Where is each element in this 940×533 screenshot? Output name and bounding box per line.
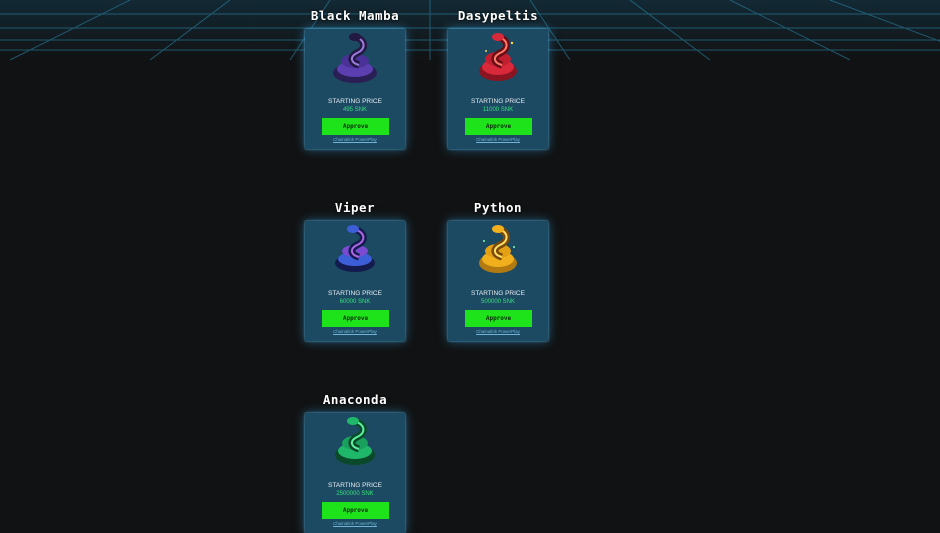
python-snake-icon [479,225,517,273]
snake-card-black-mamba: Black Mamba STARTING PRICE 495 SNK Appro… [295,8,415,149]
black-mamba-snake-icon [333,33,377,83]
starting-price-label: STARTING PRICE [328,482,382,489]
viper-snake-icon [335,225,375,272]
starting-price-label: STARTING PRICE [328,98,382,105]
starting-price-label: STARTING PRICE [328,290,382,297]
price-value: 500000 SNK [480,299,516,305]
starting-price-label: STARTING PRICE [471,290,525,297]
snake-card-dasypeltis: Dasypeltis STARTING PRICE 11000 SNK Appr… [438,8,558,149]
approve-button[interactable]: Approve [322,502,389,519]
snake-name: Python [473,200,523,215]
card-panel: STARTING PRICE 500000 SNK Approve Chaina… [448,221,548,341]
starting-price-label: STARTING PRICE [471,98,525,105]
chart-link[interactable]: Chainalink PowerPlay [305,521,405,526]
chart-link[interactable]: Chainalink PowerPlay [448,137,548,142]
card-panel: STARTING PRICE 495 SNK Approve Chainalin… [305,29,405,149]
snake-name: Anaconda [322,392,388,407]
price-value: 60000 SNK [339,299,371,305]
card-panel: STARTING PRICE 2500000 SNK Approve Chain… [305,413,405,533]
card-panel: STARTING PRICE 11000 SNK Approve Chainal… [448,29,548,149]
approve-button[interactable]: Approve [465,118,532,135]
snake-name: Viper [334,200,376,215]
card-panel: STARTING PRICE 60000 SNK Approve Chainal… [305,221,405,341]
approve-button[interactable]: Approve [322,118,389,135]
chart-link[interactable]: Chainalink PowerPlay [305,329,405,334]
price-value: 2500000 SNK [336,491,374,497]
price-value: 11000 SNK [482,107,514,113]
anaconda-snake-icon [335,417,375,465]
price-value: 495 SNK [342,107,367,113]
approve-button[interactable]: Approve [322,310,389,327]
snake-card-anaconda: Anaconda STARTING PRICE 2500000 SNK Appr… [295,392,415,533]
chart-link[interactable]: Chainalink PowerPlay [305,137,405,142]
snake-card-python: Python STARTING PRICE 500000 SNK Approve… [438,200,558,341]
snake-name: Dasypeltis [457,8,539,23]
snake-name: Black Mamba [310,8,400,23]
approve-button[interactable]: Approve [465,310,532,327]
chart-link[interactable]: Chainalink PowerPlay [448,329,548,334]
dasypeltis-snake-icon [479,33,517,81]
snake-card-viper: Viper STARTING PRICE 60000 SNK Approve C… [295,200,415,341]
